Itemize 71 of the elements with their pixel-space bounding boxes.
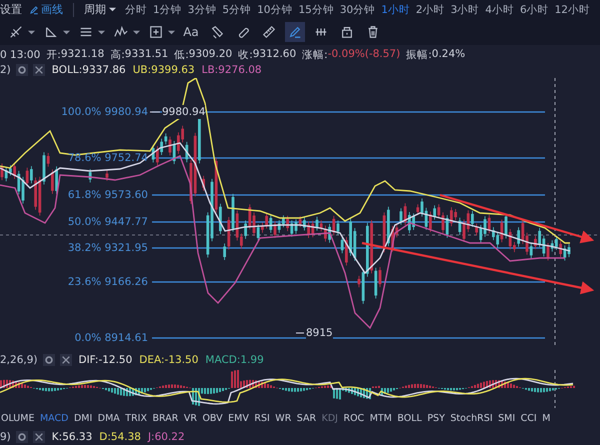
fib-level-label: 0.0% 8914.61 (74, 330, 148, 345)
period-tab[interactable]: 3分钟 (184, 2, 220, 17)
period-tab[interactable]: 分时 (122, 2, 150, 17)
fib-level-label: 100.0% 9980.94 (61, 104, 148, 119)
quote-value: 9331.51 (124, 48, 168, 62)
quote-value: 0.24% (432, 48, 466, 62)
indicator-tab[interactable]: BRAR (150, 412, 181, 424)
quote-label: 高: (110, 48, 125, 62)
period-dropdown[interactable]: 周期 (84, 2, 122, 18)
indicator-params: 2) (0, 64, 11, 76)
indicator-value: J:60.22 (148, 431, 185, 444)
period-tab[interactable]: 1分钟 (150, 2, 185, 17)
indicator-tab[interactable]: SMI (495, 412, 518, 424)
quote-value: -0.09%(-8.57) (328, 48, 400, 62)
indicator-params: 2,26,9) (0, 354, 38, 366)
quote-label: 开: (46, 48, 61, 62)
period-tab[interactable]: 6小时 (516, 2, 552, 17)
quote-label: 振幅: (406, 48, 432, 62)
indicator-tab[interactable]: BOLL (394, 412, 424, 424)
period-tab[interactable]: 10分钟 (254, 2, 296, 17)
indicator-tab[interactable]: MTM (366, 412, 394, 424)
indicator-tab[interactable]: OBV (199, 412, 226, 424)
indicator-tab[interactable]: M (539, 412, 553, 424)
low-price-label: 8915 (306, 326, 333, 340)
fib-level-label: 50.0% 9447.77 (68, 214, 148, 229)
indicator-tab[interactable]: TRIX (122, 412, 150, 424)
text-tool-button[interactable]: Aa (181, 22, 201, 42)
indicator-tab[interactable]: ROC (340, 412, 367, 424)
fib-level-label: 61.8% 9573.60 (68, 188, 148, 202)
indicator-value: LB:9276.08 (202, 64, 262, 76)
indicator-tab[interactable]: DMA (94, 412, 122, 424)
indicator-tab[interactable]: DMI (70, 412, 95, 424)
indicator-value: BOLL:9337.86 (52, 64, 126, 76)
indicator-value: MACD:1.99 (205, 354, 264, 366)
indicator-tab[interactable]: WR (272, 412, 294, 424)
indicator-value: K:56.33 (52, 431, 92, 444)
period-tab[interactable]: 4小时 (482, 2, 517, 17)
quote-label: 低: (174, 48, 189, 62)
indicator-tab[interactable]: CCI (518, 412, 540, 424)
indicator-value: DIF:-12.50 (78, 354, 132, 366)
quote-value: 9321.18 (60, 48, 104, 62)
period-tab[interactable]: 15分钟 (295, 2, 337, 17)
period-tab[interactable]: 5分钟 (219, 2, 254, 17)
indicator-tab[interactable]: MACD (36, 412, 71, 424)
indicator-tab[interactable]: OLUME (0, 412, 37, 424)
indicator-tab[interactable]: EMV (225, 412, 252, 424)
quote-value: 9312.60 (252, 48, 296, 62)
time-label: 0 13:00 (0, 49, 40, 62)
indicator-tab[interactable]: StochRSI (447, 412, 496, 424)
indicator-value: D:54.38 (99, 431, 141, 444)
indicator-value: UB:9399.63 (132, 64, 195, 76)
indicator-tab[interactable]: RSI (251, 412, 272, 424)
indicator-value: DEA:-13.50 (139, 354, 198, 366)
settings-label[interactable]: 设置 (0, 2, 25, 18)
fib-level-label: 78.6% 9752.74 (68, 150, 148, 165)
quote-value: 9309.20 (188, 48, 232, 62)
quote-label: 收: (238, 48, 253, 62)
period-tab[interactable]: 3小时 (448, 2, 482, 17)
high-price-label: 9980.94 (162, 104, 206, 119)
indicator-tab[interactable]: VR (180, 412, 200, 424)
fib-level-label: 38.2% 9321.95 (68, 240, 148, 255)
fib-level-label: 23.6% 9166.26 (68, 274, 148, 289)
period-tab[interactable]: 12小时 (552, 2, 593, 17)
indicator-params: 9) (0, 431, 11, 444)
period-tab[interactable]: 2小时 (412, 2, 448, 17)
indicator-tab[interactable]: SAR (294, 412, 319, 424)
indicator-tab[interactable]: PSY (424, 412, 448, 424)
period-tab[interactable]: 1小时 (378, 2, 413, 17)
period-tab[interactable]: 30分钟 (336, 2, 378, 17)
quote-label: 涨幅: (302, 48, 328, 62)
draw-button[interactable]: 画线 (25, 2, 69, 18)
